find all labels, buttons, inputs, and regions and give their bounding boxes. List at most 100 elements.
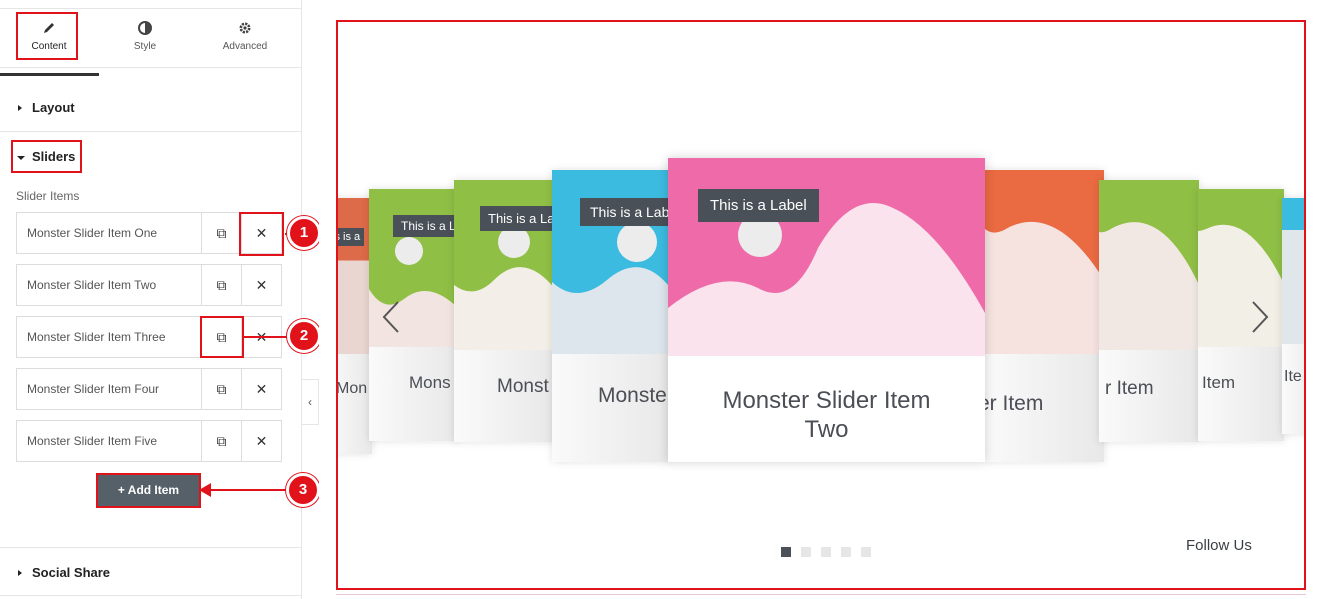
section-social-share-label: Social Share bbox=[32, 565, 111, 580]
section-sliders-label: Sliders bbox=[32, 149, 76, 164]
pencil-icon bbox=[41, 21, 57, 37]
chevron-left-icon: ‹ bbox=[308, 395, 312, 409]
preview-canvas: Mon is is a Mons This is a L Monst This … bbox=[319, 0, 1319, 599]
copy-icon: ⧉ bbox=[216, 277, 227, 293]
tab-style-label: Style bbox=[133, 41, 157, 52]
slide-card[interactable]: Ite bbox=[1282, 198, 1304, 434]
tab-content-label: Content bbox=[31, 41, 67, 52]
tab-content[interactable]: Content bbox=[0, 9, 98, 67]
repeater-item[interactable]: Monster Slider Item Five ⧉ ✕ bbox=[16, 420, 282, 462]
slide-title: Monst bbox=[497, 376, 549, 397]
remove-button[interactable]: ✕ bbox=[241, 213, 281, 253]
callout-number: 2 bbox=[299, 327, 309, 344]
duplicate-button[interactable]: ⧉ bbox=[201, 421, 241, 461]
active-tab-indicator bbox=[0, 73, 99, 76]
pagination-dot[interactable] bbox=[821, 547, 831, 557]
preview-border bbox=[336, 594, 1306, 595]
copy-icon: ⧉ bbox=[216, 329, 227, 345]
slide-title: Monste bbox=[598, 384, 667, 407]
callout-arrowhead bbox=[199, 483, 211, 497]
divider bbox=[0, 595, 302, 596]
contrast-icon bbox=[137, 21, 153, 37]
active-slide-label: This is a Label bbox=[698, 189, 819, 222]
slide-label: This is a La bbox=[480, 206, 556, 231]
remove-button[interactable]: ✕ bbox=[241, 265, 281, 305]
slide-title: Mon bbox=[336, 380, 368, 397]
slide-title: er Item bbox=[984, 392, 1044, 415]
copy-icon: ⧉ bbox=[216, 433, 227, 449]
repeater-item-title: Monster Slider Item One bbox=[27, 226, 158, 240]
slide-title: r Item bbox=[1105, 378, 1154, 399]
pagination-dot[interactable] bbox=[781, 547, 791, 557]
copy-icon: ⧉ bbox=[216, 381, 227, 397]
active-slide-title-line2: Two bbox=[804, 416, 849, 443]
add-item-label: + Add Item bbox=[117, 483, 180, 497]
slider-widget: Mon is is a Mons This is a L Monst This … bbox=[336, 20, 1306, 590]
follow-us-link[interactable]: Follow Us bbox=[1186, 537, 1252, 554]
section-layout[interactable]: Layout bbox=[0, 84, 302, 132]
duplicate-button[interactable]: ⧉ bbox=[201, 213, 241, 253]
editor-panel: Content Style Advanced Layout Sliders Sl… bbox=[0, 0, 302, 599]
callout-number: 3 bbox=[298, 481, 308, 498]
duplicate-button[interactable]: ⧉ bbox=[201, 369, 241, 409]
callout-number: 1 bbox=[299, 224, 309, 241]
slide-title: Mons bbox=[409, 373, 451, 392]
slide-card[interactable]: er Item bbox=[984, 170, 1104, 462]
close-icon: ✕ bbox=[255, 225, 268, 241]
callout-badge-1: 1 bbox=[287, 216, 321, 250]
divider bbox=[0, 547, 302, 548]
close-icon: ✕ bbox=[255, 433, 268, 449]
add-item-button[interactable]: + Add Item bbox=[96, 473, 201, 508]
slide-label: This is a Lab bbox=[580, 198, 672, 226]
callout-line bbox=[244, 336, 290, 338]
repeater-item[interactable]: Monster Slider Item Four ⧉ ✕ bbox=[16, 368, 282, 410]
chevron-left-icon bbox=[382, 301, 399, 333]
prev-arrow-button[interactable] bbox=[380, 299, 402, 335]
slide-card[interactable]: Item bbox=[1198, 189, 1284, 441]
pagination-dot[interactable] bbox=[861, 547, 871, 557]
tab-style[interactable]: Style bbox=[96, 9, 194, 67]
caret-right-icon bbox=[18, 105, 22, 111]
repeater-item-title: Monster Slider Item Four bbox=[27, 382, 160, 396]
slide-label: is is a bbox=[338, 228, 365, 246]
callout-badge-2: 2 bbox=[287, 319, 321, 353]
next-arrow-button[interactable] bbox=[1249, 299, 1271, 335]
close-icon: ✕ bbox=[255, 381, 268, 397]
chevron-right-icon bbox=[1252, 301, 1269, 333]
tab-advanced[interactable]: Advanced bbox=[196, 9, 294, 67]
divider bbox=[0, 131, 302, 132]
section-layout-label: Layout bbox=[32, 100, 75, 115]
slide-card[interactable]: Monste This is a Lab bbox=[552, 170, 672, 462]
pagination-dot[interactable] bbox=[841, 547, 851, 557]
repeater-item-title: Monster Slider Item Two bbox=[27, 278, 157, 292]
callout-arrow bbox=[210, 489, 288, 491]
repeater-item-title: Monster Slider Item Three bbox=[27, 330, 166, 344]
close-icon: ✕ bbox=[255, 277, 268, 293]
slider-items-label: Slider Items bbox=[16, 189, 80, 203]
duplicate-button[interactable]: ⧉ bbox=[201, 317, 241, 357]
remove-button[interactable]: ✕ bbox=[241, 421, 281, 461]
slide-title: Item bbox=[1202, 373, 1236, 392]
section-sliders[interactable]: Sliders bbox=[0, 133, 302, 181]
slide-card[interactable]: Mon is is a bbox=[336, 198, 372, 454]
slide-title: Ite bbox=[1284, 368, 1302, 385]
repeater-item[interactable]: Monster Slider Item Three ⧉ ✕ bbox=[16, 316, 282, 358]
pagination-dot[interactable] bbox=[801, 547, 811, 557]
slide-label: This is a L bbox=[393, 215, 459, 237]
panel-tabs: Content Style Advanced bbox=[0, 8, 302, 76]
section-social-share[interactable]: Social Share bbox=[0, 549, 302, 597]
collapse-panel-button[interactable]: ‹ bbox=[302, 379, 319, 425]
callout-badge-3: 3 bbox=[286, 473, 320, 507]
tab-advanced-label: Advanced bbox=[222, 41, 268, 52]
remove-button[interactable]: ✕ bbox=[241, 369, 281, 409]
slide-card[interactable]: Monst This is a La bbox=[454, 180, 556, 442]
active-slide-card[interactable]: Monster Slider Item Two This is a Label bbox=[668, 158, 985, 462]
repeater-item[interactable]: Monster Slider Item One ⧉ ✕ bbox=[16, 212, 282, 254]
copy-icon: ⧉ bbox=[216, 225, 227, 241]
slide-card[interactable]: r Item bbox=[1099, 180, 1199, 442]
repeater-item[interactable]: Monster Slider Item Two ⧉ ✕ bbox=[16, 264, 282, 306]
repeater-item-title: Monster Slider Item Five bbox=[27, 434, 158, 448]
duplicate-button[interactable]: ⧉ bbox=[201, 265, 241, 305]
gear-icon bbox=[237, 21, 253, 37]
caret-down-icon bbox=[17, 156, 25, 160]
